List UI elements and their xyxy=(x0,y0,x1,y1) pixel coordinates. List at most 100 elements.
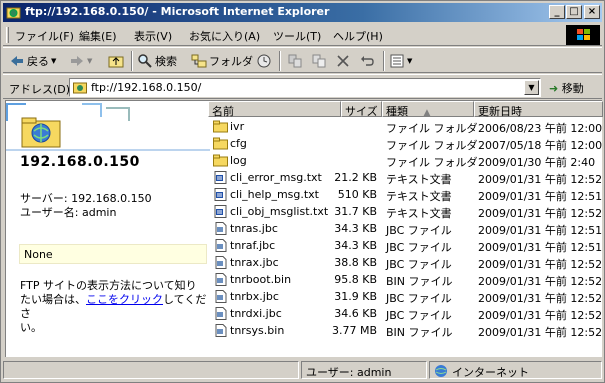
ftp-server-folder-icon xyxy=(21,117,61,148)
back-button[interactable]: 戻る ▼ xyxy=(9,52,56,70)
file-modified: 2009/01/30 午前 2:40 xyxy=(478,156,596,169)
file-size: 34.3 KB xyxy=(334,239,377,252)
toolbar-grip[interactable] xyxy=(6,27,9,43)
standard-toolbar: 戻る ▼ ▼ 検索 フォルダ ▼ xyxy=(3,47,602,73)
close-button[interactable]: × xyxy=(584,5,600,19)
internet-zone-icon xyxy=(435,365,447,377)
file-name: log xyxy=(230,154,247,167)
file-list: 名前 サイズ 種類 ▲ 更新日時 ivr ファイル フォルダ 2006/08/23 … xyxy=(208,101,603,357)
file-row[interactable]: tnraf.jbc 34.3 KB JBC ファイル 2009/01/31 午前 12… xyxy=(208,237,603,254)
file-type: JBC ファイル xyxy=(386,224,452,237)
toolbar-separator xyxy=(383,51,385,71)
file-row[interactable]: log ファイル フォルダ 2009/01/30 午前 2:40 xyxy=(208,152,603,169)
file-row[interactable]: tnrdxi.jbc 34.6 KB JBC ファイル 2009/01/31 午前 1… xyxy=(208,305,603,322)
file-size: 31.7 KB xyxy=(334,205,377,218)
undo-button[interactable] xyxy=(359,52,375,70)
file-icon xyxy=(213,324,228,337)
file-name: tnrboot.bin xyxy=(230,273,292,286)
column-header-size[interactable]: サイズ xyxy=(341,101,382,118)
file-type: ファイル フォルダ xyxy=(386,122,478,135)
welcome-message: None xyxy=(24,248,53,261)
status-bar: ユーザー: admin インターネット xyxy=(3,360,602,380)
views-button[interactable]: ▼ xyxy=(389,52,412,70)
file-row[interactable]: cli_obj_msglist.txt 31.7 KB テキスト文書 2009/01/… xyxy=(208,203,603,220)
decorative-frame xyxy=(106,107,130,121)
file-row[interactable]: tnrax.jbc 38.8 KB JBC ファイル 2009/01/31 午前 12… xyxy=(208,254,603,271)
folder-icon xyxy=(213,120,228,133)
file-row[interactable]: ivr ファイル フォルダ 2006/08/23 午前 12:00 xyxy=(208,118,603,135)
browser-window: ftp://192.168.0.150/ - Microsoft Interne… xyxy=(0,0,605,383)
views-icon xyxy=(390,54,404,68)
delete-button[interactable] xyxy=(335,52,351,70)
up-button[interactable] xyxy=(107,52,125,70)
file-name: tnrax.jbc xyxy=(230,256,279,269)
file-modified: 2009/01/31 午前 12:52 xyxy=(478,309,603,322)
file-modified: 2009/01/31 午前 12:52 xyxy=(478,258,603,271)
file-row[interactable]: tnras.jbc 34.3 KB JBC ファイル 2009/01/31 午前 12… xyxy=(208,220,603,237)
file-row[interactable]: cli_help_msg.txt 510 KB テキスト文書 2009/01/31 午… xyxy=(208,186,603,203)
column-header-name[interactable]: 名前 xyxy=(208,101,341,118)
ftp-folder-icon xyxy=(73,82,87,94)
menu-help[interactable]: ヘルプ(H) xyxy=(333,28,383,44)
file-modified: 2009/01/31 午前 12:52 xyxy=(478,292,603,305)
folders-button[interactable]: フォルダ xyxy=(191,52,253,70)
forward-arrow-icon xyxy=(71,56,83,66)
folder-icon xyxy=(213,137,228,150)
help-link[interactable]: ここをクリック xyxy=(86,293,163,306)
menu-favorites[interactable]: お気に入り(A) xyxy=(189,28,260,44)
copy-to-button[interactable] xyxy=(311,52,327,70)
text-file-icon xyxy=(213,205,228,218)
move-to-button[interactable] xyxy=(287,52,303,70)
file-icon xyxy=(213,239,228,252)
file-type: ファイル フォルダ xyxy=(386,156,478,169)
forward-button[interactable]: ▼ xyxy=(69,52,92,70)
menu-view[interactable]: 表示(V) xyxy=(134,28,172,44)
search-button[interactable]: 検索 xyxy=(137,52,177,70)
file-type: JBC ファイル xyxy=(386,292,452,305)
go-button[interactable]: ➜ 移動 xyxy=(549,80,584,96)
file-size: 21.2 KB xyxy=(334,171,377,184)
menu-edit[interactable]: 編集(E) xyxy=(79,28,117,44)
file-size: 38.8 KB xyxy=(334,256,377,269)
folders-label: フォルダ xyxy=(209,55,253,68)
file-name: ivr xyxy=(230,120,245,133)
menu-tools[interactable]: ツール(T) xyxy=(273,28,321,44)
file-rows: ivr ファイル フォルダ 2006/08/23 午前 12:00 cfg ファイル フ… xyxy=(208,118,603,339)
file-name: cli_obj_msglist.txt xyxy=(230,205,329,218)
search-label: 検索 xyxy=(155,55,177,68)
history-button[interactable] xyxy=(256,52,272,70)
address-input[interactable]: ftp://192.168.0.150/ ▼ xyxy=(69,78,541,97)
address-bar: アドレス(D) ftp://192.168.0.150/ ▼ ➜ 移動 xyxy=(3,74,602,99)
copy-to-icon xyxy=(312,54,326,68)
toolbar-separator xyxy=(279,51,281,71)
undo-icon xyxy=(361,56,374,66)
address-dropdown-button[interactable]: ▼ xyxy=(524,80,539,95)
column-header-type[interactable]: 種類 ▲ xyxy=(382,101,474,118)
file-size: 34.3 KB xyxy=(334,222,377,235)
file-modified: 2006/08/23 午前 12:00 xyxy=(478,122,603,135)
file-row[interactable]: tnrboot.bin 95.8 KB BIN ファイル 2009/01/31 午前 … xyxy=(208,271,603,288)
maximize-button[interactable]: □ xyxy=(566,5,582,19)
title-bar[interactable]: ftp://192.168.0.150/ - Microsoft Interne… xyxy=(3,3,602,22)
file-row[interactable]: cli_error_msg.txt 21.2 KB テキスト文書 2009/01/31… xyxy=(208,169,603,186)
file-row[interactable]: cfg ファイル フォルダ 2007/05/18 午前 12:00 xyxy=(208,135,603,152)
menu-file[interactable]: ファイル(F) xyxy=(15,28,74,44)
text-file-icon xyxy=(213,188,228,201)
file-type: テキスト文書 xyxy=(386,190,452,203)
search-icon xyxy=(138,54,152,68)
server-address-title: 192.168.0.150 xyxy=(20,154,140,170)
file-type: JBC ファイル xyxy=(386,258,452,271)
file-size: 95.8 KB xyxy=(334,273,377,286)
file-row[interactable]: tnrsys.bin 3.77 MB BIN ファイル 2009/01/31 午前 1… xyxy=(208,322,603,339)
chevron-down-icon: ▼ xyxy=(51,57,57,65)
go-arrow-icon: ➜ xyxy=(549,82,559,95)
minimize-button[interactable]: _ xyxy=(549,5,565,19)
text-file-icon xyxy=(213,171,228,184)
column-header-modified[interactable]: 更新日時 xyxy=(474,101,603,118)
file-name: tnras.jbc xyxy=(230,222,278,235)
file-row[interactable]: tnrbx.jbc 31.9 KB JBC ファイル 2009/01/31 午前 12… xyxy=(208,288,603,305)
up-folder-icon xyxy=(108,56,124,68)
file-icon xyxy=(213,222,228,235)
file-size: 31.9 KB xyxy=(334,290,377,303)
file-name: tnrdxi.jbc xyxy=(230,307,282,320)
